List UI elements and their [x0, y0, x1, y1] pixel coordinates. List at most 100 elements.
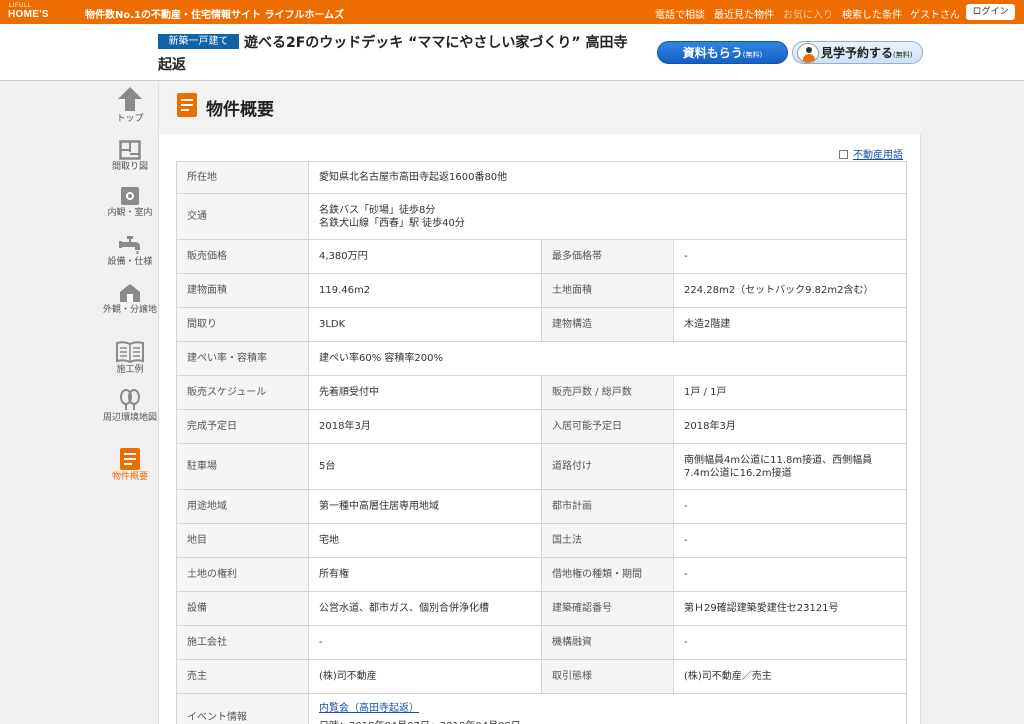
- detail-label: 施工会社: [176, 625, 309, 660]
- detail-row: 間取り 3LDK 建物構造 木造2階建: [176, 307, 908, 342]
- detail-label: 建物面積: [176, 273, 309, 308]
- detail-value: 5台: [308, 443, 542, 490]
- detail-value: 内覧会（高田寺起返） 日時：2018年04月07日～2018年04月08日: [307, 693, 908, 724]
- reserve-visit-button[interactable]: 見学予約する(無料): [792, 41, 923, 64]
- sidebar-item-label: 物件概要: [111, 472, 148, 482]
- detail-value: 建ぺい率60% 容積率200%: [307, 341, 908, 376]
- faucet-icon: [119, 236, 140, 254]
- detail-row: 販売価格 4,380万円 最多価格帯 -: [176, 239, 908, 274]
- detail-label: 交通: [176, 193, 309, 240]
- detail-row: 地目 宅地 国土法 -: [176, 523, 908, 558]
- nav-recently-viewed[interactable]: 最近見た物件: [714, 6, 774, 21]
- detail-value: 4,380万円: [308, 239, 542, 274]
- detail-label: 所在地: [176, 161, 309, 194]
- detail-value: 119.46m2: [308, 273, 542, 308]
- property-type-badge: 新築一戸建て: [158, 34, 239, 49]
- detail-value: 2018年3月: [308, 409, 542, 444]
- detail-value: 2018年3月: [672, 409, 908, 444]
- sidebar-item-area-map[interactable]: 周辺環境地図: [100, 389, 160, 424]
- section-header: 物件概要: [159, 82, 921, 134]
- detail-label: 建物構造: [541, 307, 674, 342]
- nav-saved-searches[interactable]: 検索した条件: [842, 6, 902, 21]
- sidebar-item-equipment[interactable]: 設備・仕様: [100, 235, 160, 268]
- detail-label: 土地の権利: [176, 557, 309, 592]
- request-documents-suffix: (無料): [742, 51, 763, 59]
- detail-label: 建ぺい率・容積率: [176, 341, 309, 376]
- detail-value: -: [672, 239, 908, 274]
- real-estate-terms-label: 不動産用語: [853, 150, 903, 161]
- detail-row: 施工会社 - 機構融資 -: [176, 625, 908, 660]
- section-title: 物件概要: [206, 100, 274, 120]
- sidebar-nav: トップ 間取り図 内観・室内 設備・仕様 外観・分譲地 施工例 周辺環境地図 物…: [100, 82, 160, 724]
- floorplan-icon: [119, 140, 141, 160]
- sidebar-item-interior[interactable]: 内観・室内: [100, 186, 160, 219]
- detail-value: 木造2階建: [672, 307, 908, 342]
- detail-value: (株)司不動産／売主: [672, 659, 908, 694]
- detail-value: -: [672, 557, 908, 592]
- detail-value: 南側幅員4m公道に11.8m接道、西側幅員7.4m公道に16.2m接道: [672, 443, 908, 490]
- site-tagline: 物件数No.1の不動産・住宅情報サイト ライフルホームズ: [85, 10, 345, 21]
- detail-row: 所在地 愛知県北名古屋市高田寺起返1600番80他: [176, 161, 908, 194]
- event-open-house-link[interactable]: 内覧会（高田寺起返）: [319, 703, 419, 714]
- detail-value: 所有権: [308, 557, 542, 592]
- detail-row: 販売スケジュール 先着順受付中 販売戸数 / 総戸数 1戸 / 1戸: [176, 375, 908, 410]
- book-icon: [116, 341, 144, 363]
- detail-label: 間取り: [176, 307, 309, 342]
- detail-row: 用途地域 第一種中高層住居専用地域 都市計画 -: [176, 489, 908, 524]
- detail-label: 完成予定日: [176, 409, 309, 444]
- detail-label: 販売価格: [176, 239, 309, 274]
- event-date: 日時：2018年04月07日～2018年04月08日: [319, 720, 896, 724]
- detail-label: 入居可能予定日: [541, 409, 674, 444]
- top-bar: LIFULL HOME'S 物件数No.1の不動産・住宅情報サイト ライフルホー…: [0, 0, 1024, 24]
- sidebar-item-exterior[interactable]: 外観・分譲地: [100, 283, 160, 316]
- detail-label: 取引態様: [541, 659, 674, 694]
- detail-value: 224.28m2（セットバック9.82m2含む）: [672, 273, 908, 308]
- visitor-icon: [797, 43, 819, 63]
- reserve-visit-label: 見学予約する: [821, 46, 894, 60]
- sidebar-item-examples[interactable]: 施工例: [100, 341, 160, 376]
- detail-value: 3LDK: [308, 307, 542, 342]
- detail-row: 完成予定日 2018年3月 入居可能予定日 2018年3月: [176, 409, 908, 444]
- detail-value: 第一種中高層住居専用地域: [308, 489, 542, 524]
- detail-value: -: [672, 523, 908, 558]
- nav-phone-consult[interactable]: 電話で相談: [655, 6, 705, 21]
- homes-logo[interactable]: LIFULL HOME'S: [6, 2, 66, 22]
- detail-row: 駐車場 5台 道路付け 南側幅員4m公道に11.8m接道、西側幅員7.4m公道に16.…: [176, 443, 908, 490]
- external-link-icon: [839, 150, 848, 159]
- list-icon: [120, 448, 140, 470]
- detail-value: 愛知県北名古屋市高田寺起返1600番80他: [307, 161, 908, 194]
- camera-icon: [121, 187, 139, 205]
- request-documents-button[interactable]: 資料もらう(無料): [657, 41, 788, 64]
- detail-label: 設備: [176, 591, 309, 626]
- property-header: 遊べる2Fのウッドデッキ “ママにやさしい家づくり” 高田寺起返 新築一戸建て …: [0, 24, 1024, 81]
- real-estate-terms-link[interactable]: 不動産用語: [839, 146, 903, 161]
- sidebar-item-top[interactable]: トップ: [100, 86, 160, 125]
- sidebar-item-label: 間取り図: [111, 162, 148, 172]
- sidebar-item-label: 周辺環境地図: [102, 413, 157, 423]
- login-button[interactable]: ログイン: [966, 4, 1015, 20]
- detail-value: 先着順受付中: [308, 375, 542, 410]
- detail-label: 道路付け: [541, 443, 674, 490]
- detail-value: -: [308, 625, 542, 660]
- nav-favorites[interactable]: お気に入り: [783, 6, 833, 21]
- detail-label: 最多価格帯: [541, 239, 674, 274]
- detail-value: 名鉄バス「砂場」徒歩8分 名鉄犬山線「西春」駅 徒歩40分: [307, 193, 908, 240]
- detail-label: 用途地域: [176, 489, 309, 524]
- sidebar-item-label: 外観・分譲地: [102, 305, 157, 315]
- detail-value: 第Ｈ29確認建築愛建住セ23121号: [672, 591, 908, 626]
- detail-label: 販売戸数 / 総戸数: [541, 375, 674, 410]
- detail-label: 駐車場: [176, 443, 309, 490]
- tree-icon: [120, 389, 140, 410]
- detail-row: 建ぺい率・容積率 建ぺい率60% 容積率200%: [176, 341, 908, 376]
- nav-guest-user: ゲストさん: [910, 10, 960, 21]
- detail-row: 建物面積 119.46m2 土地面積 224.28m2（セットバック9.82m2含む）: [176, 273, 908, 308]
- sidebar-item-floorplan[interactable]: 間取り図: [100, 140, 160, 173]
- sidebar-item-overview[interactable]: 物件概要: [100, 448, 160, 483]
- detail-row: 交通 名鉄バス「砂場」徒歩8分 名鉄犬山線「西春」駅 徒歩40分: [176, 193, 908, 240]
- detail-label: 販売スケジュール: [176, 375, 309, 410]
- detail-row: 土地の権利 所有権 借地権の種類・期間 -: [176, 557, 908, 592]
- detail-label: 国土法: [541, 523, 674, 558]
- detail-value: -: [672, 489, 908, 524]
- sidebar-item-label: 内観・室内: [107, 208, 153, 218]
- detail-label: 売主: [176, 659, 309, 694]
